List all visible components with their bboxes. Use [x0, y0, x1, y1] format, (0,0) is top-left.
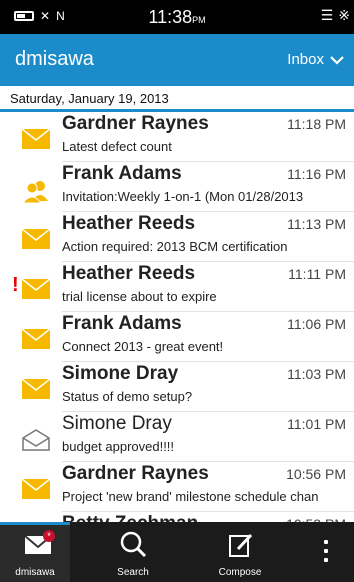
- account-name: dmisawa: [15, 48, 94, 70]
- envelope-icon: [21, 228, 51, 249]
- message-subject: trial license about to expire: [62, 289, 217, 304]
- message-subject: Action required: 2013 BCM certification: [62, 239, 288, 254]
- overflow-menu-icon[interactable]: [324, 540, 328, 567]
- envelope-icon: [21, 378, 51, 399]
- envelope-icon: [21, 328, 51, 349]
- message-subject: Project 'new brand' milestone schedule c…: [62, 489, 319, 504]
- message-sender: Frank Adams: [62, 163, 182, 184]
- message-time: 11:06 PM: [287, 316, 346, 332]
- message-row[interactable]: ! Heather Reeds 11:11 PM trial license abou…: [0, 262, 354, 312]
- toolbar-account-label: dmisawa: [15, 567, 55, 578]
- status-right-icons: ☰ ※: [321, 7, 350, 24]
- account-mail-icon: *: [24, 530, 55, 554]
- toolbar-compose[interactable]: Compose: [200, 522, 280, 582]
- message-subject: Latest defect count: [62, 139, 172, 154]
- folder-label: Inbox: [287, 51, 324, 68]
- bluetooth-icon: ※: [338, 7, 350, 23]
- message-subject: Invitation:Weekly 1-on-1 (Mon 01/28/2013: [62, 189, 304, 204]
- toolbar-search[interactable]: Search: [98, 522, 168, 582]
- message-sender: Gardner Raynes: [62, 113, 209, 134]
- message-subject: Status of demo setup?: [62, 389, 193, 404]
- search-icon: [120, 531, 147, 558]
- svg-text:*: *: [47, 531, 51, 541]
- meeting-invite-icon: [21, 179, 50, 204]
- wifi-icon: ☰: [320, 7, 334, 23]
- toolbar-account-tab[interactable]: * dmisawa: [0, 522, 70, 582]
- message-time: 11:03 PM: [287, 366, 346, 382]
- message-row[interactable]: Simone Dray 11:03 PM Status of demo setup?: [0, 362, 354, 412]
- message-time: 11:13 PM: [287, 216, 346, 232]
- toolbar-compose-label: Compose: [218, 567, 262, 578]
- compose-icon: [229, 533, 253, 557]
- envelope-icon: [21, 478, 51, 499]
- message-time: 11:16 PM: [287, 166, 346, 182]
- message-row[interactable]: Simone Dray 11:01 PM budget approved!!!!: [0, 412, 354, 462]
- folder-selector[interactable]: Inbox: [287, 51, 344, 68]
- message-row[interactable]: Heather Reeds 11:13 PM Action required: 20…: [0, 212, 354, 262]
- message-time: 10:56 PM: [286, 466, 346, 482]
- message-sender: Simone Dray: [62, 413, 172, 434]
- message-time: 11:01 PM: [287, 416, 346, 432]
- chevron-down-icon: [330, 55, 344, 65]
- message-sender: Frank Adams: [62, 313, 182, 334]
- toolbar-search-label: Search: [117, 567, 149, 578]
- message-row[interactable]: Frank Adams 11:06 PM Connect 2013 - great …: [0, 312, 354, 362]
- message-row[interactable]: Gardner Raynes 11:18 PM Latest defect coun…: [0, 112, 354, 162]
- priority-flag-icon: !: [12, 274, 19, 296]
- envelope-icon: [21, 128, 51, 149]
- message-subject: budget approved!!!!: [62, 439, 175, 454]
- app-header: dmisawa Inbox: [0, 34, 354, 86]
- bottom-toolbar: * dmisawa Search Compose: [0, 522, 354, 582]
- status-bar: ✕ N 11:38PM ☰ ※: [0, 0, 354, 34]
- message-sender: Simone Dray: [62, 363, 179, 384]
- message-row[interactable]: Frank Adams 11:16 PM Invitation:Weekly 1-o…: [0, 162, 354, 212]
- envelope-icon: [21, 278, 51, 299]
- message-subject: Connect 2013 - great event!: [62, 339, 224, 354]
- opened-envelope-icon: [22, 429, 50, 451]
- date-header: Saturday, January 19, 2013: [0, 86, 354, 112]
- message-row[interactable]: Gardner Raynes 10:56 PM Project 'new brand…: [0, 462, 354, 512]
- message-time: 11:11 PM: [288, 266, 346, 282]
- message-time: 11:18 PM: [287, 116, 346, 132]
- status-time: 11:38PM: [148, 7, 206, 27]
- message-list[interactable]: Gardner Raynes 11:18 PM Latest defect coun…: [0, 112, 354, 524]
- message-sender: Gardner Raynes: [62, 463, 209, 484]
- message-sender: Heather Reeds: [62, 213, 196, 234]
- message-sender: Heather Reeds: [62, 263, 196, 284]
